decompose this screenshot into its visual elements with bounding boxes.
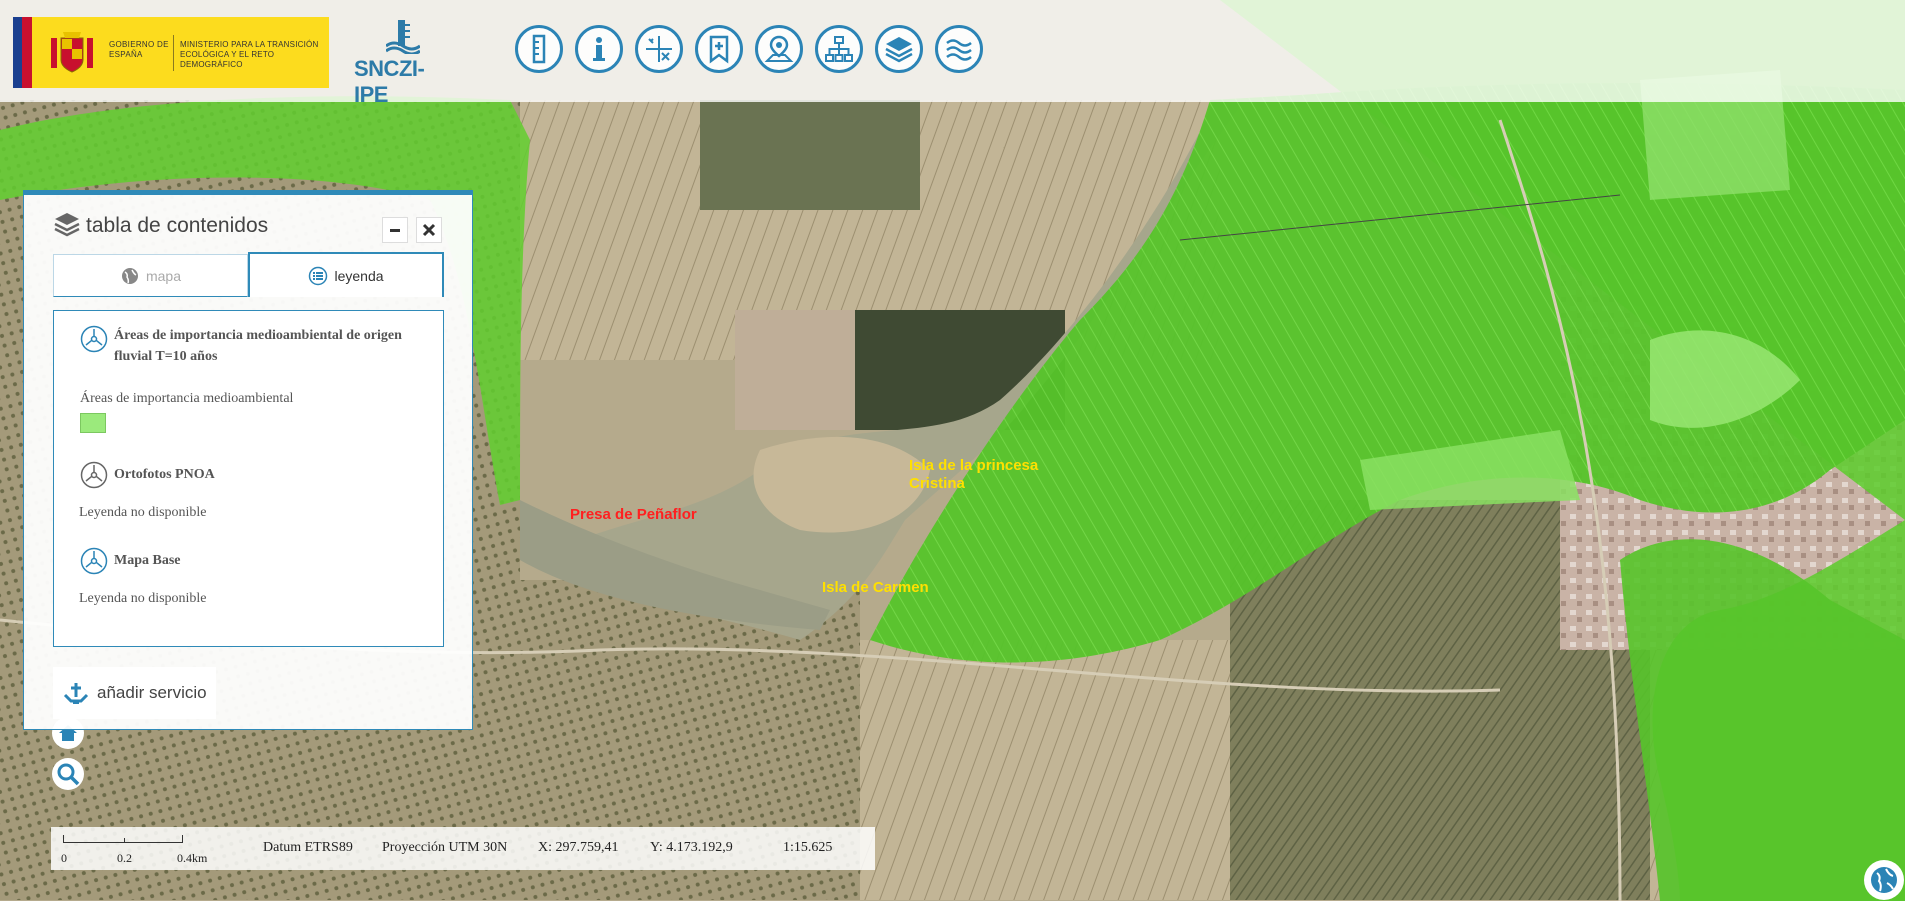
coordinates-button[interactable]: [635, 25, 683, 73]
ruler-icon: [532, 34, 546, 64]
zoom-button[interactable]: [52, 758, 84, 790]
close-button[interactable]: [416, 217, 442, 243]
tab-leyenda-label: leyenda: [334, 267, 384, 284]
info-icon: [593, 37, 605, 61]
app-logo-text: SNCZI-IPE: [354, 56, 425, 107]
service-layer-icon: [80, 547, 108, 575]
add-service-icon: [63, 683, 89, 704]
legend-content: Áreas de importancia medioambiental de o…: [53, 310, 444, 647]
tab-mapa[interactable]: mapa: [53, 254, 248, 297]
scale-tick: 0.4km: [177, 851, 208, 865]
layer-title-ortofotos: Ortofotos PNOA: [114, 467, 215, 482]
x-coordinate: X: 297.759,41: [538, 840, 619, 855]
y-coordinate: Y: 4.173.192,9: [650, 840, 733, 855]
app-logo[interactable]: SNCZI-IPE: [350, 18, 454, 107]
globe-icon: [1871, 867, 1897, 893]
map-status-bar: 0 0.2 0.4km Datum ETRS89 Proyección UTM …: [51, 827, 875, 870]
close-icon: [422, 223, 436, 237]
info-button[interactable]: [575, 25, 623, 73]
minus-icon: [390, 229, 400, 232]
globe-icon: [121, 267, 138, 284]
gov-text: GOBIERNO DE ESPAÑA: [109, 40, 169, 59]
service-layer-icon: [80, 461, 108, 489]
layer-title-areas: Áreas de importancia medioambiental de o…: [114, 328, 402, 364]
flood-layers-button[interactable]: [935, 25, 983, 73]
scale-tick: 0: [61, 851, 67, 865]
layers-icon: [54, 213, 80, 237]
service-layer-icon: [80, 325, 108, 353]
panel-title: tabla de contenidos: [86, 214, 269, 237]
coordinates-icon: [646, 36, 672, 62]
layer-title-mapa-base: Mapa Base: [114, 553, 181, 568]
coat-of-arms-icon: [51, 32, 93, 73]
bookmark-icon: [709, 35, 729, 64]
legend-item-label: Áreas de importancia medioambiental: [80, 391, 294, 406]
map-label-presa: Presa de Peñaflor: [570, 506, 697, 523]
map-pin-icon: [764, 35, 794, 62]
layers-icon: [885, 37, 913, 63]
government-logo: GOBIERNO DE ESPAÑA MINISTERIO PARA LA TR…: [13, 17, 329, 88]
map-label-isla-princesa: Isla de la princesa Cristina: [909, 457, 1039, 492]
scale-bar: [63, 835, 183, 843]
water-gauge-icon: [386, 20, 420, 54]
projection-text: Proyección UTM 30N: [382, 840, 508, 855]
top-header: GOBIERNO DE ESPAÑA MINISTERIO PARA LA TR…: [0, 0, 1905, 107]
magnifier-icon: [57, 763, 80, 786]
overview-map-button[interactable]: [1864, 860, 1904, 900]
scale-tick: 0.2: [117, 851, 132, 865]
hierarchy-icon: [825, 36, 853, 62]
layers-button[interactable]: [875, 25, 923, 73]
minimize-button[interactable]: [382, 217, 408, 243]
tab-leyenda[interactable]: leyenda: [248, 252, 444, 297]
locate-button[interactable]: [755, 25, 803, 73]
legend-swatch-green: [80, 413, 106, 433]
map-label-isla-carmen: Isla de Carmen: [822, 579, 929, 596]
legend-note: Leyenda no disponible: [79, 505, 207, 520]
add-service-button[interactable]: añadir servicio: [53, 667, 216, 719]
datum-text: Datum ETRS89: [263, 840, 353, 855]
bookmark-button[interactable]: [695, 25, 743, 73]
add-service-label: añadir servicio: [97, 683, 207, 702]
legend-list-icon: [309, 266, 328, 285]
table-of-contents-panel: tabla de contenidos mapa leyenda Áreas d…: [23, 190, 473, 730]
hierarchy-button[interactable]: [815, 25, 863, 73]
water-waves-icon: [946, 39, 972, 61]
measure-button[interactable]: [515, 25, 563, 73]
legend-note: Leyenda no disponible: [79, 591, 207, 606]
scale-ratio: 1:15.625: [783, 840, 833, 855]
tab-mapa-label: mapa: [145, 267, 182, 284]
ministry-text: MINISTERIO PARA LA TRANSICIÓN ECOLÓGICA …: [180, 40, 319, 69]
